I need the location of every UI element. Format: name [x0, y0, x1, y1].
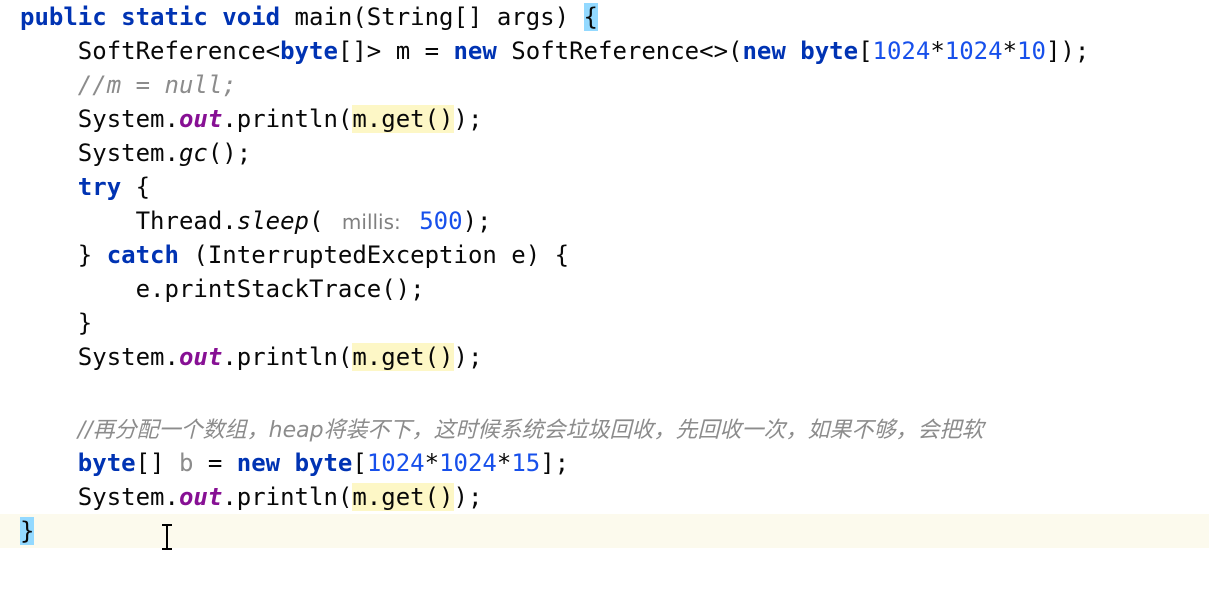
code-text: Thread.	[135, 207, 237, 235]
code-line[interactable]: SoftReference<byte[]> m = new SoftRefere…	[20, 34, 1090, 68]
code-text: System.	[77, 139, 179, 167]
code-text: []> m =	[337, 37, 454, 65]
code-text: }	[77, 309, 93, 337]
number-literal: 10	[1017, 37, 1046, 65]
code-line[interactable]: //m = null;	[20, 68, 237, 102]
code-text: ];	[540, 449, 570, 477]
current-line[interactable]: }	[0, 514, 1209, 548]
code-line[interactable]: System.gc();	[20, 136, 251, 170]
code-text: System.	[77, 343, 179, 371]
code-text: ();	[207, 139, 252, 167]
code-line[interactable]: System.out.println(m.get());	[20, 340, 482, 374]
code-text: *	[1002, 37, 1018, 65]
code-line[interactable]: public static void main(String[] args) {	[20, 0, 598, 34]
keyword: byte	[77, 449, 136, 477]
number-literal: 15	[511, 449, 541, 477]
code-text: System.	[77, 483, 179, 511]
code-text: .println(	[222, 343, 353, 371]
code-text: {	[121, 173, 151, 201]
matched-brace: {	[583, 3, 598, 31]
code-comment: //m = null;	[77, 71, 237, 99]
code-text: );	[462, 207, 492, 235]
code-text: [	[858, 37, 873, 65]
code-text: .println(	[222, 105, 353, 133]
code-line[interactable]: //再分配一个数组，heap将装不下，这时候系统会垃圾回收，先回收一次，如果不够…	[20, 412, 984, 446]
code-text: *	[424, 449, 440, 477]
static-field: out	[178, 343, 223, 371]
number-literal: 500	[419, 207, 463, 235]
number-literal: 1024	[366, 449, 425, 477]
usage-highlight: m.get()	[352, 343, 454, 371]
code-line[interactable]: System.out.println(m.get());	[20, 480, 482, 514]
code-text: =	[193, 449, 237, 477]
number-literal: 1024	[944, 37, 1003, 65]
code-text: );	[453, 105, 483, 133]
code-text: .println(	[222, 483, 353, 511]
keyword: try	[77, 173, 122, 201]
static-method: gc	[178, 139, 208, 167]
code-text: [	[352, 449, 367, 477]
keyword: byte	[280, 37, 338, 65]
code-line[interactable]: Thread.sleep( millis: 500);	[20, 204, 492, 238]
code-text: SoftReference<	[77, 37, 281, 65]
usage-highlight: m.get()	[352, 483, 454, 511]
code-text: }	[77, 241, 107, 269]
parameter-hint: millis:	[337, 210, 405, 234]
matched-brace: }	[20, 517, 35, 545]
code-text: main(String[] args)	[280, 3, 584, 31]
code-text: );	[453, 483, 483, 511]
text-cursor-icon	[162, 524, 172, 550]
usage-highlight: m.get()	[352, 105, 454, 133]
code-text: System.	[77, 105, 179, 133]
code-text: *	[930, 37, 945, 65]
code-comment: //再分配一个数组，heap将装不下，这时候系统会垃圾回收，先回收一次，如果不够…	[77, 418, 984, 443]
code-text: );	[453, 343, 483, 371]
code-line[interactable]: }	[20, 306, 92, 340]
keyword: new byte	[742, 37, 859, 65]
code-line[interactable]: } catch (InterruptedException e) {	[20, 238, 569, 272]
keyword: new	[453, 37, 497, 65]
code-text: []	[135, 449, 179, 477]
static-field: out	[178, 483, 223, 511]
code-text: e.printStackTrace();	[135, 275, 425, 303]
code-text: SoftReference<>(	[496, 37, 743, 65]
keyword: catch	[106, 241, 179, 269]
static-field: out	[178, 105, 223, 133]
unused-variable: b	[178, 449, 194, 477]
code-text: ]);	[1045, 37, 1090, 65]
code-line[interactable]: byte[] b = new byte[1024*1024*15];	[20, 446, 569, 480]
code-text: *	[496, 449, 512, 477]
code-text: (InterruptedException e) {	[178, 241, 570, 269]
code-editor[interactable]: public static void main(String[] args) {…	[0, 0, 1209, 557]
code-text: (	[309, 207, 338, 235]
number-literal: 1024	[872, 37, 931, 65]
static-method: sleep	[236, 207, 309, 235]
code-line[interactable]: System.out.println(m.get());	[20, 102, 482, 136]
code-line[interactable]: e.printStackTrace();	[20, 272, 425, 306]
number-literal: 1024	[439, 449, 497, 477]
code-line[interactable]: try {	[20, 170, 150, 204]
keyword: public static void	[20, 3, 281, 31]
keyword: new byte	[236, 449, 353, 477]
